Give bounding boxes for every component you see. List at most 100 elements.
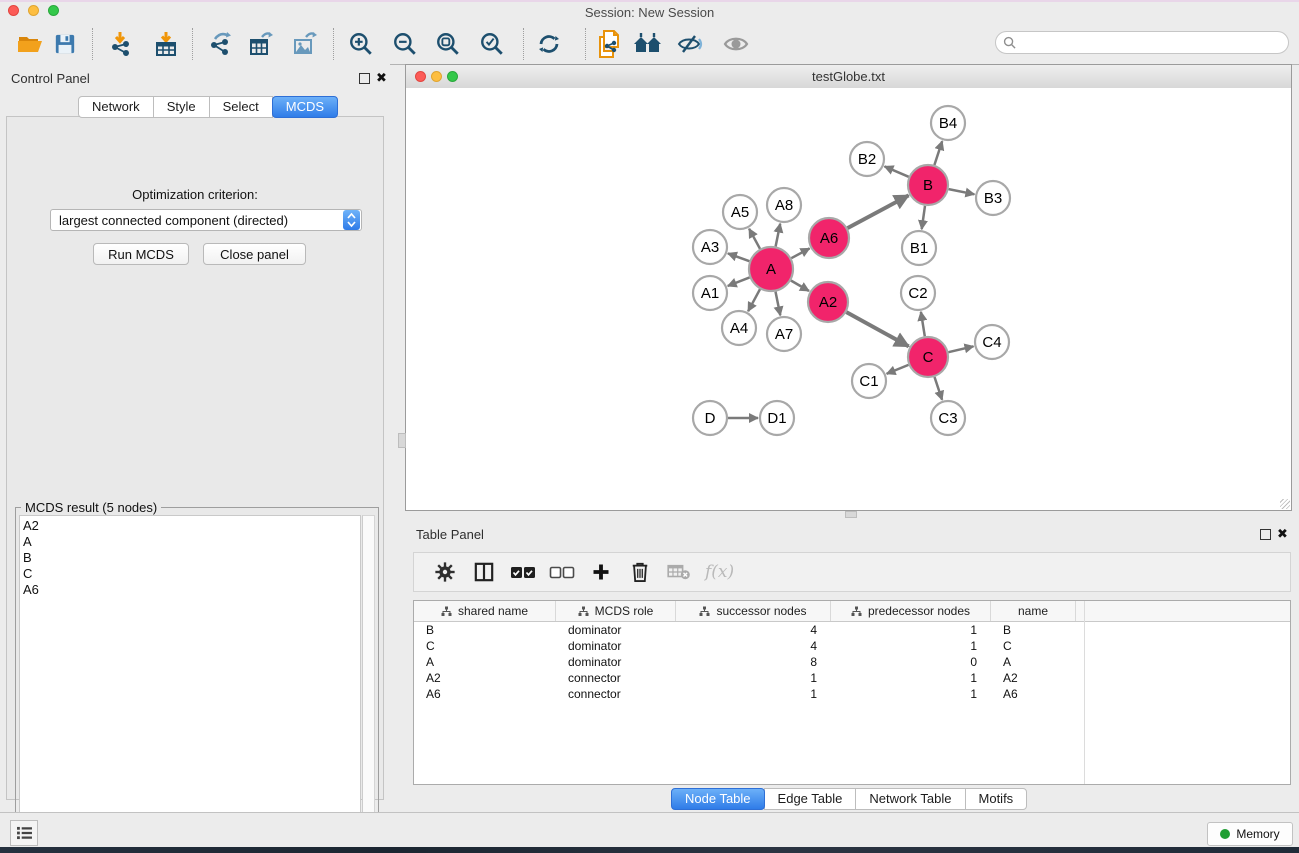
macos-titlebar: Session: New Session — [0, 2, 1299, 22]
clone-network-button[interactable] — [592, 28, 626, 60]
export-network-button[interactable] — [203, 28, 237, 60]
home-layout-button[interactable] — [631, 28, 665, 60]
table-tab-network-table[interactable]: Network Table — [855, 788, 965, 810]
edge-A-A6[interactable] — [791, 248, 809, 258]
table-settings-button[interactable] — [430, 557, 460, 587]
node-table[interactable]: shared name MCDS role successor nodesprede… — [413, 600, 1291, 785]
column-header-label: MCDS role — [595, 604, 654, 618]
run-mcds-button[interactable]: Run MCDS — [93, 243, 189, 265]
zoom-fit-button[interactable] — [431, 28, 465, 60]
edge-B-B1[interactable] — [922, 206, 925, 229]
edge-A2-C[interactable] — [846, 312, 908, 346]
criterion-select[interactable]: largest connected component (directed) — [50, 209, 362, 231]
result-scrollbar[interactable] — [362, 515, 375, 845]
table-row-c[interactable]: Cdominator41C — [414, 638, 1290, 654]
edge-C-C3[interactable] — [935, 377, 943, 400]
edge-A-A7[interactable] — [776, 292, 781, 316]
optimization-criterion-label: Optimization criterion: — [7, 187, 383, 202]
task-history-button[interactable] — [10, 820, 38, 846]
edge-A-A4[interactable] — [748, 289, 760, 311]
node-label-A4: A4 — [730, 320, 748, 337]
search-input[interactable] — [1020, 35, 1288, 51]
cell-predecessor-nodes: 1 — [831, 639, 991, 653]
session-title: Session: New Session — [0, 5, 1299, 20]
zoom-in-button[interactable] — [344, 28, 378, 60]
network-canvas[interactable]: B4B2BB3B1A5A8A6A3AA1A2C2A4A7C4CC1C3DD1 — [406, 88, 1291, 510]
node-label-B: B — [923, 177, 933, 194]
column-header-successor-nodes[interactable]: successor nodes — [676, 601, 831, 621]
edge-C-C4[interactable] — [948, 346, 973, 352]
zoom-out-button[interactable] — [388, 28, 422, 60]
toolbar-separator — [92, 28, 93, 60]
table-close-icon[interactable]: ✖ — [1277, 526, 1288, 542]
deselect-all-columns-button[interactable] — [547, 557, 577, 587]
table-row-b[interactable]: Bdominator41B — [414, 622, 1290, 638]
import-table-button[interactable] — [149, 28, 183, 60]
show-graphics-details-button[interactable] — [719, 28, 753, 60]
desktop-background — [0, 847, 1299, 853]
export-table-icon — [248, 31, 274, 57]
column-header-name[interactable]: name — [991, 601, 1076, 621]
edge-A-A2[interactable] — [791, 281, 809, 292]
edge-B-B4[interactable] — [934, 141, 942, 165]
edge-B-B2[interactable] — [885, 166, 909, 176]
node-label-B4: B4 — [939, 115, 957, 132]
close-panel-icon[interactable]: ✖ — [376, 70, 387, 86]
cell-shared-name: A6 — [414, 687, 556, 701]
cell-shared-name: A2 — [414, 671, 556, 685]
split-table-button[interactable] — [469, 557, 499, 587]
zoom-selected-button[interactable] — [475, 28, 509, 60]
edge-A6-B[interactable] — [848, 195, 909, 228]
edge-A-A8[interactable] — [776, 224, 781, 247]
result-item-a2[interactable]: A2 — [23, 518, 360, 534]
cell-successor-nodes: 4 — [676, 639, 831, 653]
edge-A-A5[interactable] — [749, 229, 760, 249]
column-header-MCDS-role[interactable]: MCDS role — [556, 601, 676, 621]
delete-columns-button[interactable] — [625, 557, 655, 587]
table-float-icon[interactable] — [1260, 529, 1271, 540]
float-panel-icon[interactable] — [359, 73, 370, 84]
table-row-a2[interactable]: A2connector11A2 — [414, 670, 1290, 686]
close-panel-button[interactable]: Close panel — [203, 243, 306, 265]
tab-select[interactable]: Select — [209, 96, 273, 118]
hide-panels-button[interactable] — [674, 28, 708, 60]
column-header-predecessor-nodes[interactable]: predecessor nodes — [831, 601, 991, 621]
import-network-button[interactable] — [104, 28, 138, 60]
horizontal-scroll-thumb[interactable] — [845, 511, 857, 518]
tab-network[interactable]: Network — [78, 96, 154, 118]
edge-C-C1[interactable] — [887, 365, 909, 374]
criterion-selected-value: largest connected component (directed) — [51, 213, 343, 228]
edge-C-C2[interactable] — [921, 312, 925, 337]
search-field[interactable] — [995, 31, 1289, 54]
resize-grip[interactable] — [1280, 499, 1290, 509]
result-item-a6[interactable]: A6 — [23, 582, 360, 598]
table-row-a6[interactable]: A6connector11A6 — [414, 686, 1290, 702]
tab-style[interactable]: Style — [153, 96, 210, 118]
save-session-button[interactable] — [48, 28, 82, 60]
edge-A-A3[interactable] — [728, 253, 750, 261]
control-panel-content: Optimization criterion: largest connecte… — [6, 116, 384, 800]
refresh-view-button[interactable] — [532, 28, 566, 60]
tab-mcds[interactable]: MCDS — [272, 96, 338, 118]
result-item-a[interactable]: A — [23, 534, 360, 550]
export-table-button[interactable] — [244, 28, 278, 60]
table-tab-edge-table[interactable]: Edge Table — [764, 788, 857, 810]
export-image-button[interactable] — [288, 28, 322, 60]
create-column-button[interactable] — [586, 557, 616, 587]
application-window: Session: New Session — [0, 0, 1299, 853]
mcds-result-title: MCDS result (5 nodes) — [21, 500, 161, 515]
result-item-c[interactable]: C — [23, 566, 360, 582]
vertical-scroll-thumb[interactable] — [398, 433, 406, 448]
table-tab-motifs[interactable]: Motifs — [965, 788, 1028, 810]
table-row-a[interactable]: Adominator80A — [414, 654, 1290, 670]
toolbar-separator — [333, 28, 334, 60]
edge-B-B3[interactable] — [949, 189, 975, 194]
open-session-button[interactable] — [13, 28, 47, 60]
select-all-columns-button[interactable] — [508, 557, 538, 587]
result-item-b[interactable]: B — [23, 550, 360, 566]
edge-A-A1[interactable] — [728, 277, 750, 286]
memory-button[interactable]: Memory — [1207, 822, 1293, 846]
mcds-result-list[interactable]: A2ABCA6 — [19, 515, 361, 845]
column-header-shared-name[interactable]: shared name — [414, 601, 556, 621]
table-tab-node-table[interactable]: Node Table — [671, 788, 765, 810]
